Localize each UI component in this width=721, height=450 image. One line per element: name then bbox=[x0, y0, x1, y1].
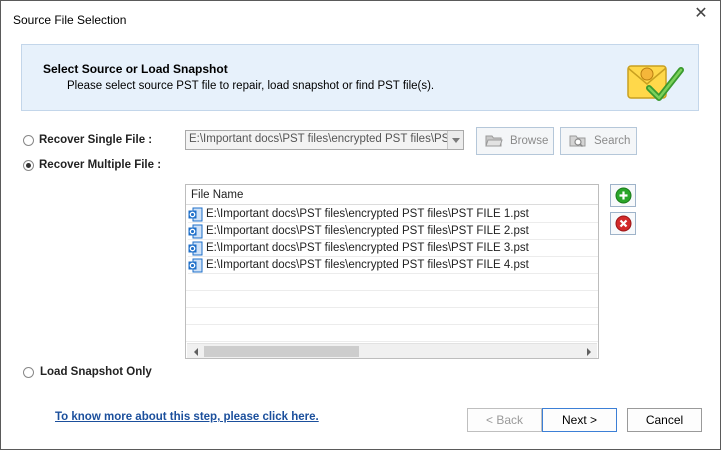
scroll-left-button[interactable] bbox=[188, 344, 203, 359]
file-row-path: E:\Important docs\PST files\encrypted PS… bbox=[206, 242, 529, 254]
plus-circle-icon bbox=[615, 187, 631, 204]
header-subtitle: Please select source PST file to repair,… bbox=[67, 80, 435, 92]
column-header-file-name[interactable]: File Name bbox=[186, 185, 598, 205]
empty-row bbox=[186, 274, 598, 291]
outlook-pst-icon bbox=[188, 258, 203, 272]
file-list[interactable]: File Name E:\Important docs\PST files\en… bbox=[185, 184, 599, 359]
next-button[interactable]: Next > bbox=[542, 408, 617, 432]
help-link[interactable]: To know more about this step, please cli… bbox=[55, 411, 319, 423]
header-title: Select Source or Load Snapshot bbox=[43, 62, 228, 76]
radio-single-indicator[interactable] bbox=[23, 134, 34, 146]
single-file-path-combo[interactable]: E:\Important docs\PST files\encrypted PS… bbox=[185, 130, 464, 150]
file-row-path: E:\Important docs\PST files\encrypted PS… bbox=[206, 225, 529, 237]
scroll-right-arrow-icon bbox=[586, 347, 591, 356]
chevron-down-icon[interactable] bbox=[447, 131, 463, 149]
add-file-button[interactable] bbox=[610, 184, 636, 207]
file-row[interactable]: E:\Important docs\PST files\encrypted PS… bbox=[188, 223, 598, 240]
file-row-path: E:\Important docs\PST files\encrypted PS… bbox=[206, 259, 529, 271]
radio-load-snapshot[interactable]: Load Snapshot Only bbox=[23, 366, 152, 378]
radio-snapshot-label: Load Snapshot Only bbox=[40, 366, 152, 378]
browse-button[interactable]: Browse bbox=[476, 127, 554, 155]
empty-row bbox=[186, 291, 598, 308]
radio-multiple-label: Recover Multiple File : bbox=[39, 159, 162, 171]
outlook-pst-icon bbox=[188, 241, 203, 255]
radio-snapshot-indicator[interactable] bbox=[23, 366, 34, 378]
horizontal-scrollbar[interactable] bbox=[187, 343, 597, 358]
source-file-selection-dialog: Source File Selection ✕ Select Source or… bbox=[0, 0, 721, 450]
radio-multiple-indicator[interactable] bbox=[23, 159, 34, 171]
search-label: Search bbox=[594, 135, 631, 147]
close-button[interactable]: ✕ bbox=[691, 5, 711, 23]
file-row[interactable]: E:\Important docs\PST files\encrypted PS… bbox=[188, 206, 598, 223]
folder-open-icon bbox=[485, 135, 503, 147]
search-button[interactable]: Search bbox=[560, 127, 637, 155]
outlook-pst-icon bbox=[188, 207, 203, 221]
empty-row bbox=[186, 308, 598, 325]
search-folder-icon bbox=[569, 135, 586, 148]
file-row[interactable]: E:\Important docs\PST files\encrypted PS… bbox=[188, 257, 598, 274]
radio-single-label: Recover Single File : bbox=[39, 134, 153, 146]
single-file-path-value: E:\Important docs\PST files\encrypted PS… bbox=[189, 133, 457, 145]
x-circle-icon bbox=[615, 215, 631, 232]
back-button[interactable]: < Back bbox=[467, 408, 542, 432]
radio-recover-single[interactable]: Recover Single File : bbox=[23, 134, 152, 146]
scroll-right-button[interactable] bbox=[581, 344, 596, 359]
file-row[interactable]: E:\Important docs\PST files\encrypted PS… bbox=[188, 240, 598, 257]
file-row-path: E:\Important docs\PST files\encrypted PS… bbox=[206, 208, 529, 220]
title-bar: Source File Selection ✕ bbox=[1, 1, 720, 39]
remove-file-button[interactable] bbox=[610, 212, 636, 235]
scroll-left-arrow-icon bbox=[193, 347, 198, 356]
cancel-button[interactable]: Cancel bbox=[627, 408, 702, 432]
scrollbar-thumb[interactable] bbox=[204, 346, 359, 357]
header-panel: Select Source or Load Snapshot Please se… bbox=[21, 44, 699, 111]
radio-recover-multiple[interactable]: Recover Multiple File : bbox=[23, 159, 161, 171]
mail-check-icon bbox=[627, 65, 684, 101]
window-title: Source File Selection bbox=[13, 13, 127, 27]
browse-label: Browse bbox=[510, 135, 549, 147]
empty-row bbox=[186, 325, 598, 342]
outlook-pst-icon bbox=[188, 224, 203, 238]
